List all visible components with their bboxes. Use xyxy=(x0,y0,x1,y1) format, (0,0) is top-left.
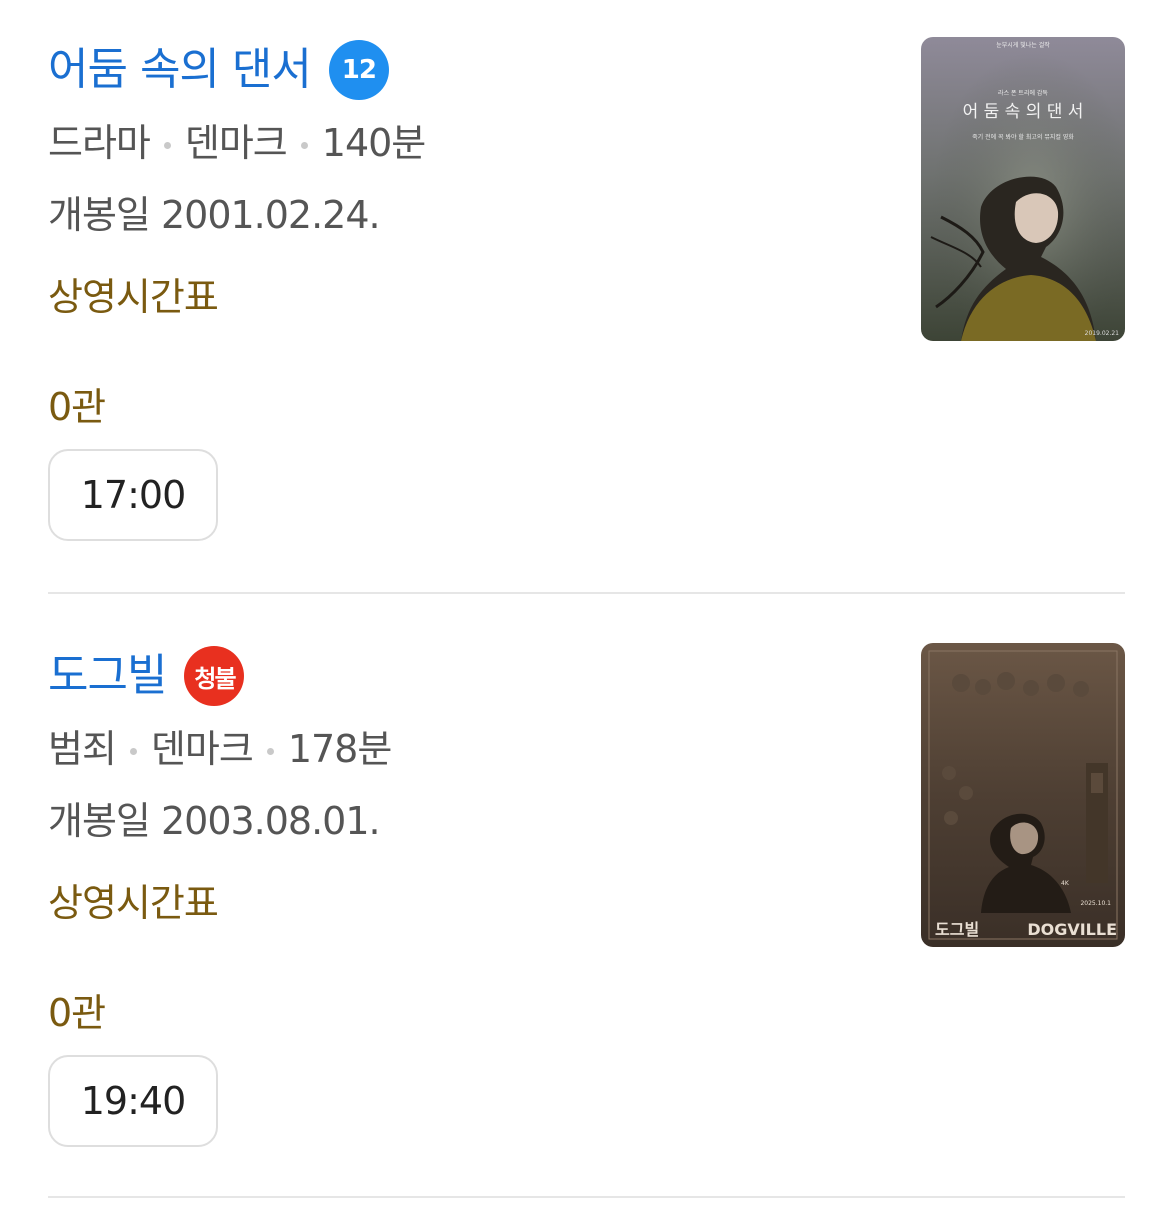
poster-title-ko: 도그빌 xyxy=(935,920,979,939)
section-divider xyxy=(48,592,1125,594)
age-rating-badge: 12 xyxy=(328,40,389,100)
runtime-text: 140분 xyxy=(321,121,426,165)
poster-date: 2025.10.1 xyxy=(1080,900,1111,907)
separator-dot xyxy=(163,142,171,149)
poster-image: 도그빌 DOGVILLE 4K 2025.10.1 xyxy=(921,643,1125,947)
separator-dot xyxy=(300,142,308,149)
poster-image: 눈부시게 빛나는 걸작 라스 폰 트리에 감독 어 둠 속 의 댄 서 죽기 전… xyxy=(921,37,1125,341)
separator-dot xyxy=(129,748,137,755)
country-text: 덴마크 xyxy=(184,121,288,165)
timetable-link[interactable]: 상영시간표 xyxy=(48,272,219,322)
hall-label: 0관 xyxy=(48,991,106,1035)
movie-title-link[interactable]: 도그빌 xyxy=(48,644,167,708)
showtime-button[interactable]: 17:00 xyxy=(48,449,218,541)
poster-subtitle: 죽기 전에 꼭 봐야 할 최고의 뮤지컬 영화 xyxy=(972,133,1074,141)
poster-director: 라스 폰 트리에 감독 xyxy=(998,89,1048,97)
movie-meta: 범죄 덴마크 178분 xyxy=(48,724,392,774)
runtime-text: 178분 xyxy=(287,727,392,771)
hall-label: 0관 xyxy=(48,385,106,429)
release-date: 개봉일 2003.08.01. xyxy=(48,799,381,843)
movie-title-link[interactable]: 어둠 속의 댄서 xyxy=(48,38,312,102)
movie-card: 어둠 속의 댄서 12 드라마 덴마크 140분 개봉일 2001.02.24. 상… xyxy=(0,0,1173,606)
poster-date: 2019.02.21 xyxy=(1085,330,1120,337)
genre-text: 범죄 xyxy=(48,727,117,771)
section-divider xyxy=(48,1196,1125,1198)
showtime-button[interactable]: 19:40 xyxy=(48,1055,218,1147)
movie-card: 도그빌 청불 범죄 덴마크 178분 개봉일 2003.08.01. 상영시간표 0… xyxy=(0,606,1173,1212)
movie-title-row: 도그빌 청불 xyxy=(48,644,245,708)
country-text: 덴마크 xyxy=(150,727,254,771)
movie-poster[interactable]: 눈부시게 빛나는 걸작 라스 폰 트리에 감독 어 둠 속 의 댄 서 죽기 전… xyxy=(921,37,1125,341)
movie-poster[interactable]: 도그빌 DOGVILLE 4K 2025.10.1 xyxy=(921,643,1125,947)
movie-meta: 드라마 덴마크 140분 xyxy=(48,118,426,168)
separator-dot xyxy=(266,748,274,755)
release-date: 개봉일 2001.02.24. xyxy=(48,193,381,237)
poster-title: 어 둠 속 의 댄 서 xyxy=(963,102,1084,122)
movie-title-row: 어둠 속의 댄서 12 xyxy=(48,38,389,102)
poster-title-en: DOGVILLE xyxy=(1027,920,1117,939)
poster-tagline: 눈부시게 빛나는 걸작 xyxy=(996,41,1050,49)
age-rating-badge: 청불 xyxy=(184,646,245,706)
genre-text: 드라마 xyxy=(48,121,151,165)
poster-badge: 4K xyxy=(1061,880,1070,887)
timetable-link[interactable]: 상영시간표 xyxy=(48,878,219,928)
